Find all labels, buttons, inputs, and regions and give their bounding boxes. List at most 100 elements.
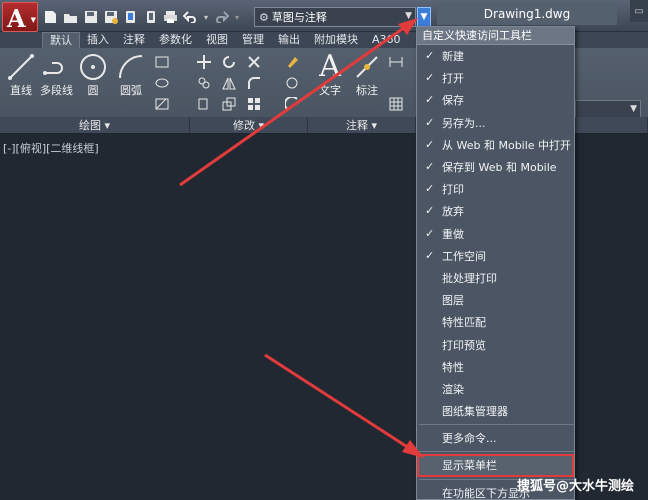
menu-item-label: 重做 <box>442 227 464 241</box>
menu-item-batch-plot[interactable]: 批处理打印 <box>417 267 574 289</box>
explode-icon[interactable] <box>284 75 300 91</box>
text-icon: A <box>319 49 341 84</box>
layer-dropdown[interactable]: ▼ <box>575 100 641 118</box>
redo-icon[interactable] <box>213 9 230 26</box>
arc-label: 圆弧 <box>120 84 142 97</box>
menu-item-label: 打印 <box>442 183 464 197</box>
hatch-icon[interactable] <box>154 96 170 112</box>
menu-title: 自定义快速访问工具栏 <box>417 27 574 45</box>
circle-tool[interactable]: 圆 <box>78 52 108 98</box>
trim-icon[interactable] <box>246 54 262 70</box>
tab-output[interactable]: 输出 <box>271 32 307 48</box>
copy-icon[interactable] <box>196 75 212 91</box>
text-label: 文字 <box>319 84 341 97</box>
menu-item-open[interactable]: ✓ 打开 <box>417 67 574 89</box>
menu-item-layer[interactable]: 图层 <box>417 289 574 311</box>
tab-insert[interactable]: 插入 <box>80 32 116 48</box>
menu-item-open-web-mobile[interactable]: ✓ 从 Web 和 Mobile 中打开 <box>417 134 574 156</box>
text-tool[interactable]: A 文字 <box>315 52 345 98</box>
rectangle-icon[interactable] <box>154 54 170 70</box>
viewport-controls[interactable]: [-][俯视][二维线框] <box>3 140 99 156</box>
workspace-selector[interactable]: ⚙ 草图与注释 ▼ <box>254 7 416 27</box>
ellipse-icon[interactable] <box>154 75 170 91</box>
checkmark-icon: ✓ <box>425 115 435 129</box>
table-icon[interactable] <box>388 96 404 112</box>
save-web-mobile-icon[interactable] <box>142 9 159 26</box>
menu-item-save[interactable]: ✓ 保存 <box>417 89 574 111</box>
tab-annotate[interactable]: 注释 <box>116 32 152 48</box>
polyline-tool[interactable]: 多段线 <box>40 52 73 98</box>
erase-icon[interactable] <box>284 54 300 70</box>
checkmark-icon: ✓ <box>425 71 435 85</box>
mirror-icon[interactable] <box>221 75 237 91</box>
fillet-icon[interactable] <box>246 75 262 91</box>
checkmark-icon: ✓ <box>425 137 435 151</box>
autocad-window: A ▼ ▾ ▾ ⚙ 草图与注释 ▼ ▼ Drawing1.dwg ▭ 默认 插入… <box>0 0 648 500</box>
menu-item-render[interactable]: 渲染 <box>417 378 574 400</box>
menu-item-label: 打开 <box>442 72 464 86</box>
panel-annotation[interactable]: 注释 ▾ <box>308 117 416 133</box>
new-icon[interactable] <box>42 9 59 26</box>
offset-icon[interactable] <box>284 96 300 112</box>
window-control-button[interactable]: ▭ <box>630 0 648 22</box>
array-icon[interactable] <box>246 96 262 112</box>
menu-item-undo[interactable]: ✓ 放弃 <box>417 200 574 222</box>
tab-parametric[interactable]: 参数化 <box>152 32 199 48</box>
menu-item-new[interactable]: ✓ 新建 <box>417 45 574 67</box>
menu-item-workspace[interactable]: ✓ 工作空间 <box>417 245 574 267</box>
open-web-mobile-icon[interactable] <box>122 9 139 26</box>
autocad-logo: A <box>7 4 26 33</box>
quick-access-toolbar: ▾ ▾ <box>42 7 241 27</box>
menu-item-redo[interactable]: ✓ 重做 <box>417 223 574 245</box>
menu-item-properties[interactable]: 特性 <box>417 356 574 378</box>
undo-icon[interactable] <box>182 9 199 26</box>
redo-dropdown-icon[interactable]: ▾ <box>233 9 241 26</box>
menu-item-label: 新建 <box>442 50 464 64</box>
menu-item-save-web-mobile[interactable]: ✓ 保存到 Web 和 Mobile <box>417 156 574 178</box>
application-menu-button[interactable]: A ▼ <box>2 2 38 33</box>
checkmark-icon: ✓ <box>425 93 435 107</box>
stretch-icon[interactable] <box>196 96 212 112</box>
checkmark-icon: ✓ <box>425 204 435 218</box>
dimension-icon <box>352 52 382 82</box>
tab-view[interactable]: 视图 <box>199 32 235 48</box>
circle-icon <box>78 52 108 82</box>
checkmark-icon: ✓ <box>425 49 435 62</box>
tab-addins[interactable]: 附加模块 <box>307 32 365 48</box>
customize-qat-button[interactable]: ▼ <box>417 7 431 27</box>
linear-dim-icon[interactable] <box>388 54 404 70</box>
menu-item-label: 工作空间 <box>442 249 486 263</box>
menu-item-save-as[interactable]: ✓ 另存为... <box>417 112 574 134</box>
tab-manage[interactable]: 管理 <box>235 32 271 48</box>
menu-item-show-menubar[interactable]: 显示菜单栏 <box>417 454 574 477</box>
menu-item-print[interactable]: ✓ 打印 <box>417 178 574 200</box>
menu-item-label: 保存 <box>442 94 464 108</box>
checkmark-icon: ✓ <box>425 182 435 196</box>
rotate-icon[interactable] <box>221 54 237 70</box>
menu-item-plot-preview[interactable]: 打印预览 <box>417 333 574 355</box>
menu-item-label: 从 Web 和 Mobile 中打开 <box>442 138 572 152</box>
panel-draw[interactable]: 绘图 ▾ <box>0 117 190 133</box>
polyline-label: 多段线 <box>40 84 73 97</box>
line-tool[interactable]: 直线 <box>6 52 36 98</box>
menu-divider <box>419 451 574 453</box>
tab-a360[interactable]: A360 <box>365 32 408 48</box>
panel-modify[interactable]: 修改 ▾ <box>190 117 308 133</box>
save-icon[interactable] <box>82 9 99 26</box>
tab-default[interactable]: 默认 <box>42 32 80 48</box>
menu-item-label: 放弃 <box>442 205 464 219</box>
arc-tool[interactable]: 圆弧 <box>116 52 146 98</box>
undo-dropdown-icon[interactable]: ▾ <box>202 9 210 26</box>
chevron-down-icon: ▼ <box>420 12 428 22</box>
move-icon[interactable] <box>196 54 212 70</box>
save-as-icon[interactable] <box>102 9 119 26</box>
line-icon <box>6 52 36 82</box>
menu-item-sheet-set-manager[interactable]: 图纸集管理器 <box>417 400 574 422</box>
open-icon[interactable] <box>62 9 79 26</box>
document-title: Drawing1.dwg <box>437 2 617 25</box>
menu-item-more-commands[interactable]: 更多命令... <box>417 427 574 449</box>
scale-icon[interactable] <box>221 96 237 112</box>
print-icon[interactable] <box>162 9 179 26</box>
dimension-tool[interactable]: 标注 <box>352 52 382 98</box>
menu-item-match-properties[interactable]: 特性匹配 <box>417 311 574 333</box>
